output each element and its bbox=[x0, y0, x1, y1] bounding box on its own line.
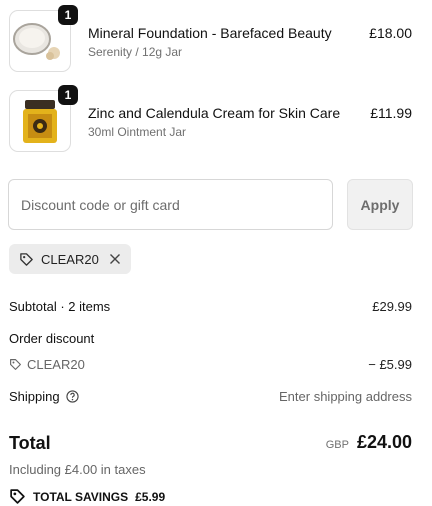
subtotal-label: Subtotal · 2 items bbox=[9, 299, 111, 314]
tag-icon bbox=[10, 359, 21, 370]
order-discount-label: Order discount bbox=[9, 331, 95, 346]
currency-code: GBP bbox=[325, 439, 349, 451]
product-price: £11.99 bbox=[370, 105, 412, 121]
discount-code-label: CLEAR20 bbox=[27, 357, 85, 372]
shipping-row: Shipping bbox=[9, 389, 79, 404]
savings-value: £5.99 bbox=[135, 489, 166, 504]
shipping-label: Shipping bbox=[9, 389, 60, 404]
total-label: Total bbox=[9, 433, 51, 453]
applied-discount-chip: CLEAR20 bbox=[9, 244, 131, 274]
quantity-badge: 1 bbox=[58, 5, 78, 25]
close-icon[interactable] bbox=[109, 253, 121, 265]
total-value: £24.00 bbox=[356, 432, 412, 452]
subtotal-value: £29.99 bbox=[372, 299, 412, 314]
total-savings: TOTAL SAVINGS £5.99 bbox=[9, 488, 165, 505]
applied-code-label: CLEAR20 bbox=[41, 251, 99, 267]
product-price: £18.00 bbox=[369, 25, 412, 41]
discount-code-input[interactable] bbox=[8, 179, 333, 230]
tag-icon bbox=[10, 489, 25, 504]
shipping-value: Enter shipping address bbox=[279, 389, 412, 404]
product-name: Mineral Foundation - Barefaced Beauty bbox=[88, 25, 332, 41]
savings-label: TOTAL SAVINGS bbox=[33, 489, 129, 504]
taxes-note: Including £4.00 in taxes bbox=[9, 462, 146, 477]
help-icon[interactable] bbox=[65, 390, 79, 403]
product-name: Zinc and Calendula Cream for Skin Care bbox=[88, 105, 341, 121]
apply-discount-button[interactable]: Apply bbox=[347, 179, 413, 230]
product-variant: 30ml Ointment Jar bbox=[88, 125, 187, 139]
discount-value: − £5.99 bbox=[368, 357, 412, 372]
discount-code-row: CLEAR20 bbox=[9, 357, 85, 372]
tag-icon bbox=[20, 252, 33, 266]
quantity-badge: 1 bbox=[58, 85, 78, 105]
total-amount: GBP £24.00 bbox=[326, 432, 412, 453]
product-variant: Serenity / 12g Jar bbox=[88, 45, 183, 59]
